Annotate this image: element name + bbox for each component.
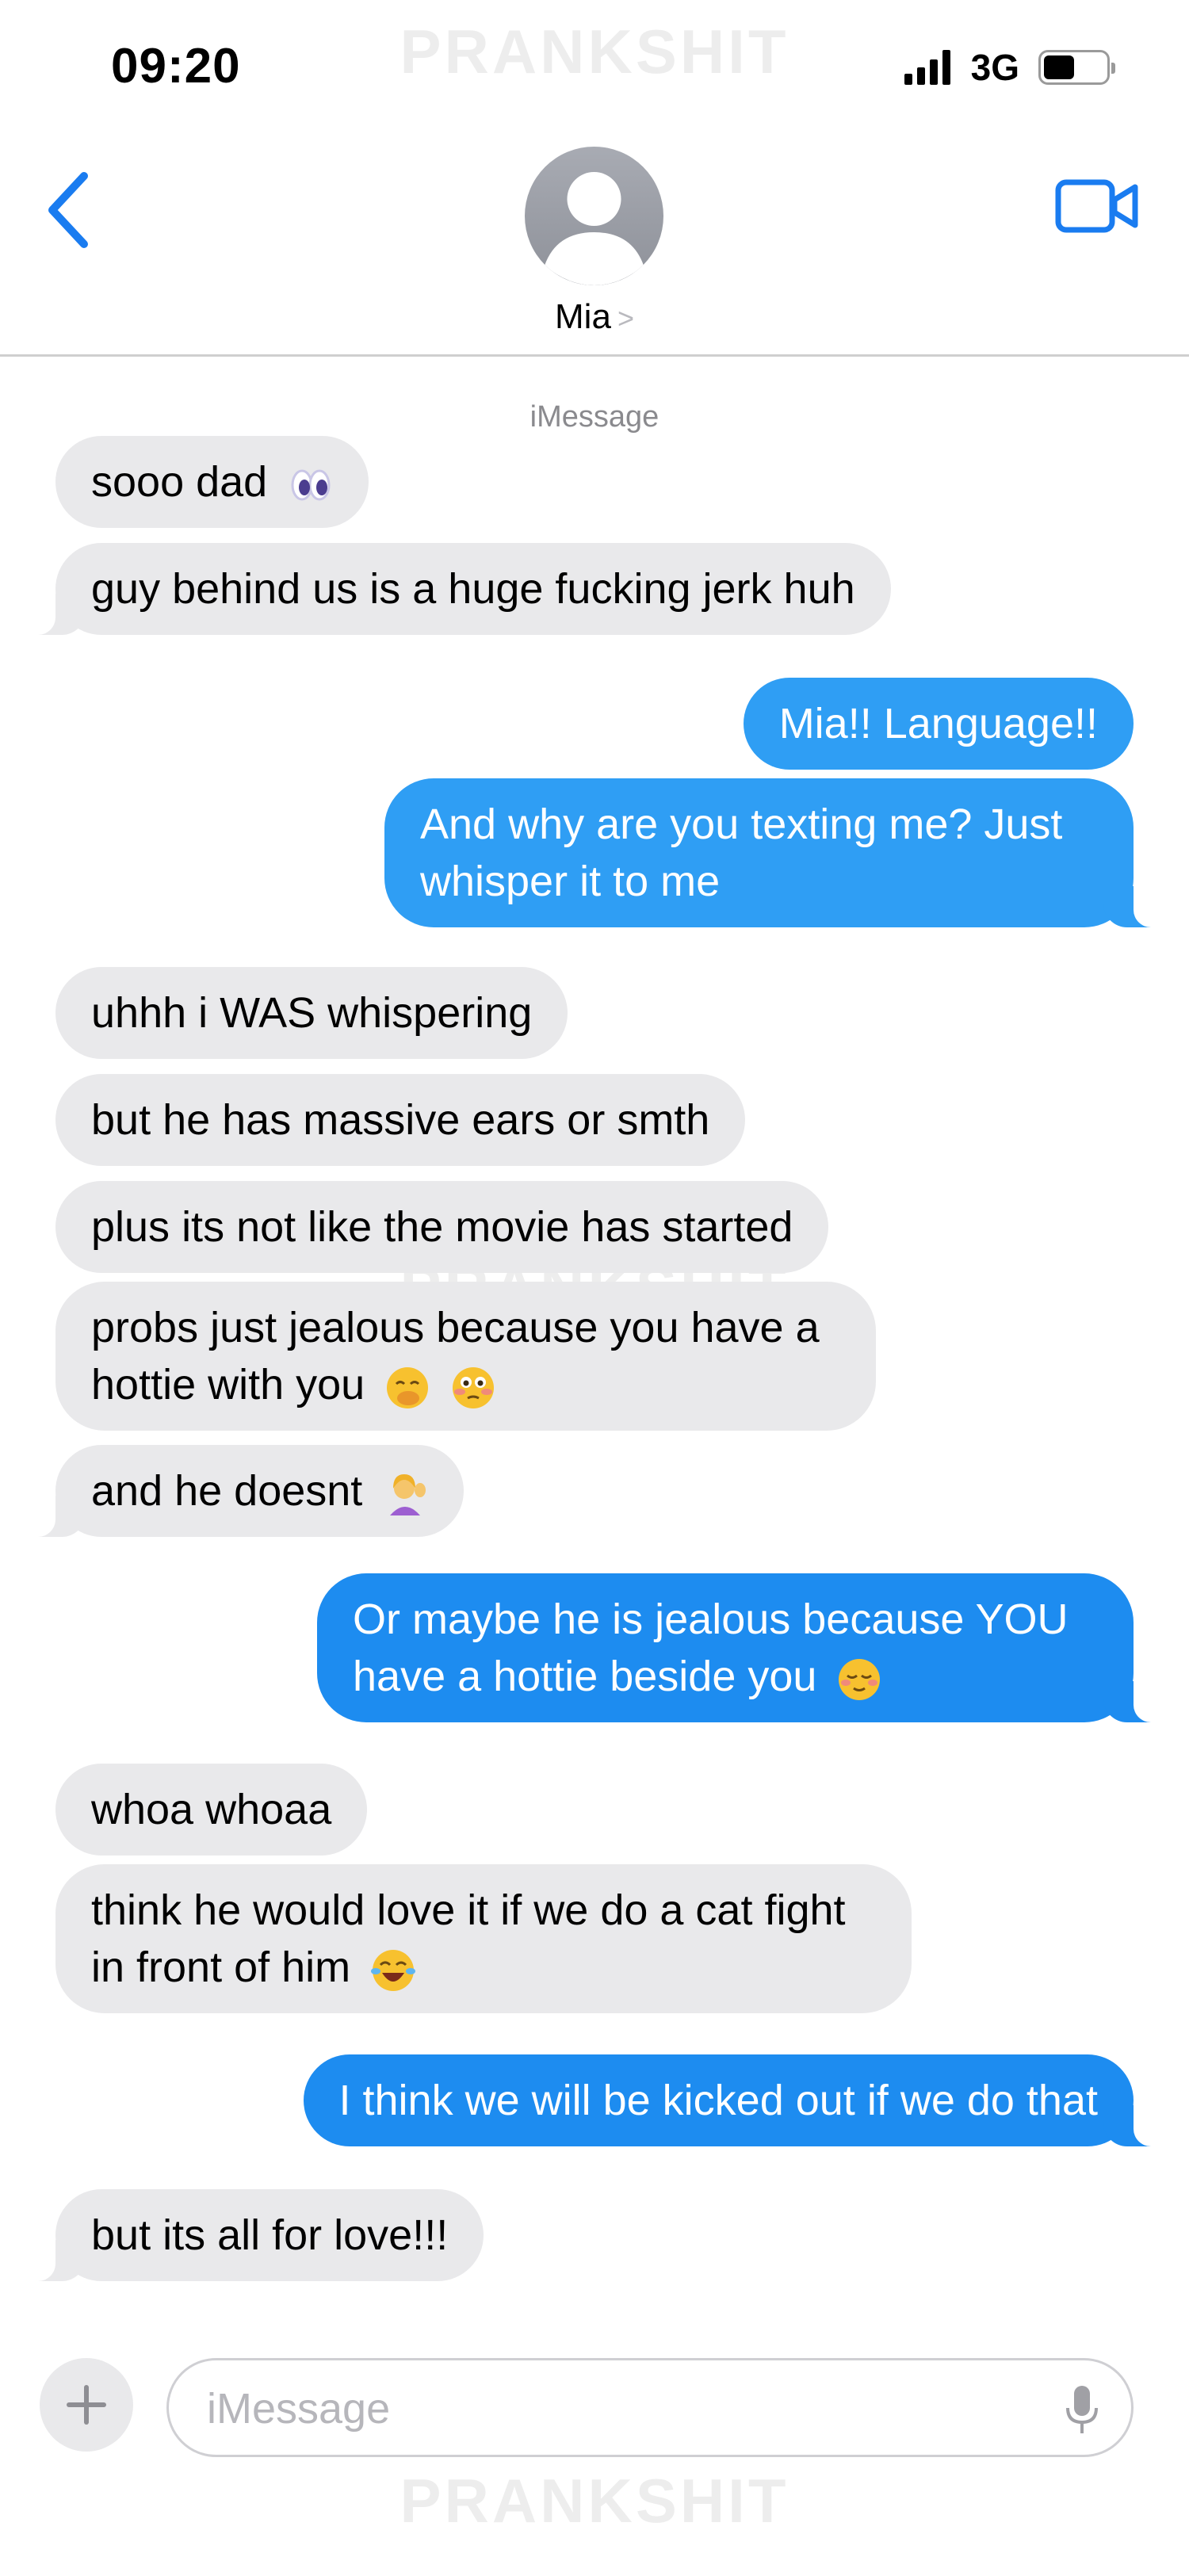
message-bubble-incoming[interactable]: plus its not like the movie has started bbox=[55, 1181, 829, 1273]
add-attachment-button[interactable] bbox=[40, 2358, 133, 2452]
message-bubble-incoming[interactable]: probs just jealous because you have a ho… bbox=[55, 1282, 876, 1431]
watermark-bottom: PRANKSHIT bbox=[400, 2466, 789, 2536]
contact-name-row[interactable]: Mia > bbox=[0, 297, 1189, 337]
message-bubble-incoming[interactable]: whoa whoaa bbox=[55, 1764, 368, 1856]
message-bubble-incoming[interactable]: uhhh i WAS whispering bbox=[55, 967, 568, 1059]
message-input[interactable]: iMessage bbox=[166, 2358, 1134, 2457]
service-label: iMessage bbox=[530, 400, 659, 434]
video-call-icon[interactable] bbox=[1054, 174, 1141, 238]
message-bubble-outgoing[interactable]: Or maybe he is jealous because YOU have … bbox=[317, 1573, 1165, 1722]
microphone-icon[interactable] bbox=[1063, 2384, 1101, 2436]
face-hand-over-mouth-emoji-icon bbox=[387, 1366, 429, 1408]
status-time: 09:20 bbox=[111, 39, 241, 94]
message-input-placeholder: iMessage bbox=[207, 2385, 391, 2433]
signal-strength-icon bbox=[904, 50, 950, 85]
message-bubble-incoming[interactable]: but he has massive ears or smth bbox=[55, 1074, 746, 1166]
person-silhouette-icon bbox=[545, 172, 644, 285]
message-bubble-incoming[interactable]: sooo dad bbox=[55, 436, 369, 528]
person-tipping-hand-emoji-icon bbox=[390, 1473, 426, 1515]
tears-of-joy-emoji-icon bbox=[371, 1949, 416, 1991]
eyes-emoji-icon bbox=[291, 469, 331, 501]
back-chevron-icon[interactable] bbox=[38, 166, 101, 254]
message-bubble-incoming[interactable]: think he would love it if we do a cat fi… bbox=[55, 1864, 912, 2013]
contact-avatar[interactable] bbox=[525, 147, 663, 285]
message-bubble-outgoing[interactable]: And why are you texting me? Just whisper… bbox=[384, 778, 1165, 927]
message-bubble-incoming[interactable]: but its all for love!!! bbox=[23, 2189, 484, 2281]
chevron-right-icon: > bbox=[617, 302, 634, 334]
status-indicators: 3G bbox=[904, 44, 1115, 91]
contact-name: Mia bbox=[555, 297, 611, 336]
status-bar: 09:20 3G bbox=[0, 0, 1189, 135]
flushed-face-emoji-icon bbox=[453, 1366, 495, 1408]
message-bubble-incoming[interactable]: and he doesnt bbox=[23, 1445, 465, 1537]
network-type: 3G bbox=[970, 47, 1019, 88]
battery-icon bbox=[1038, 50, 1115, 85]
message-bubble-incoming[interactable]: guy behind us is a huge fucking jerk huh bbox=[24, 543, 891, 635]
relieved-face-emoji-icon bbox=[839, 1658, 881, 1700]
message-bubble-outgoing[interactable]: I think we will be kicked out if we do t… bbox=[303, 2054, 1166, 2146]
message-bubble-outgoing[interactable]: Mia!! Language!! bbox=[743, 678, 1134, 770]
conversation-header: Mia > bbox=[0, 135, 1189, 357]
